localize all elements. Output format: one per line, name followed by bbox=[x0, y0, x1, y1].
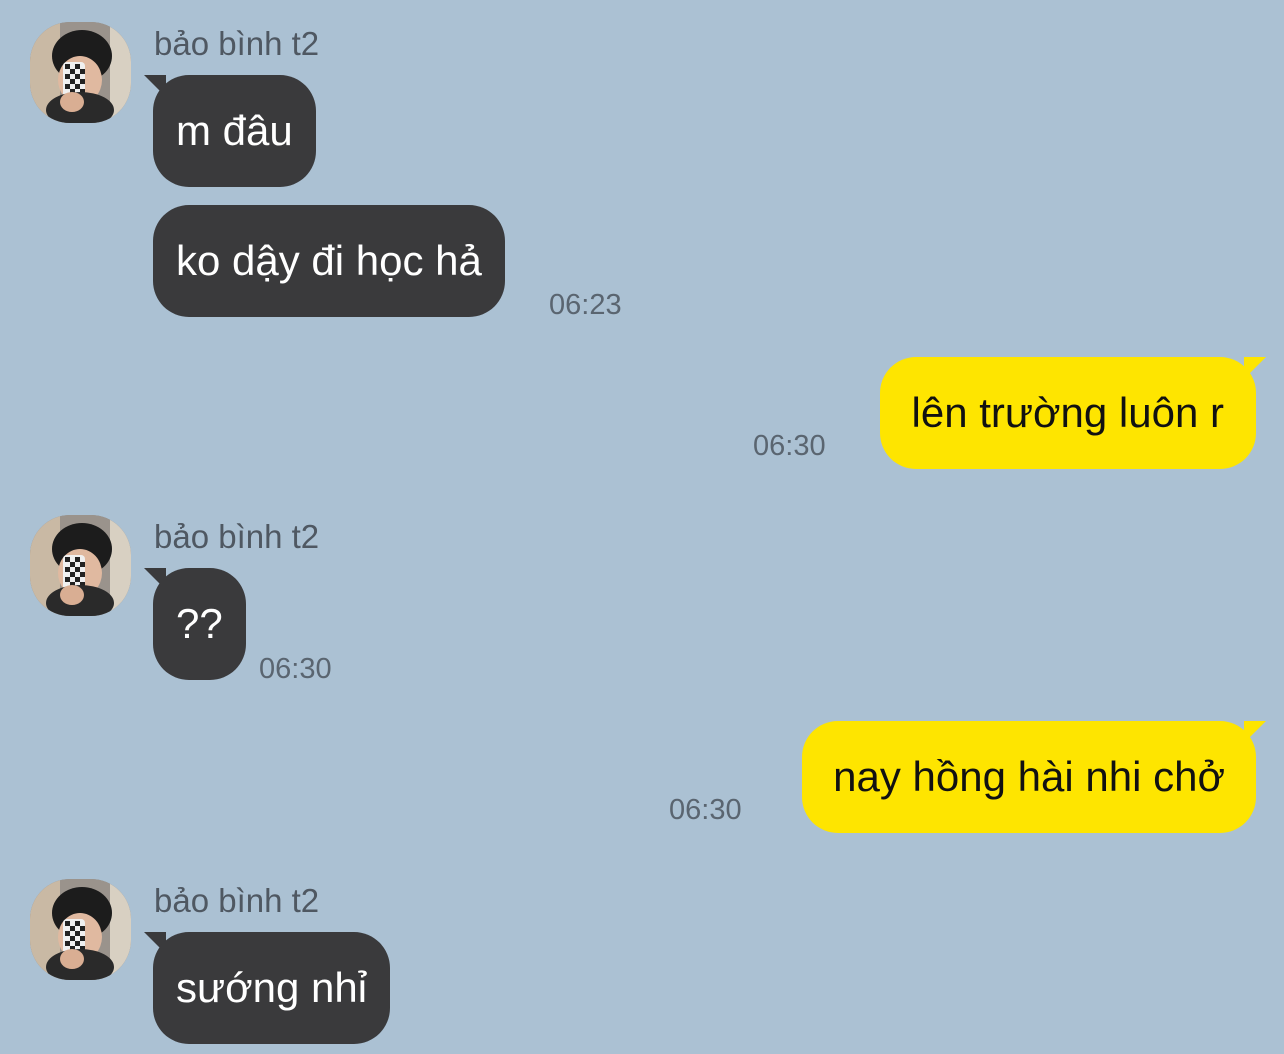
incoming-message-bubble[interactable]: ?? bbox=[153, 568, 246, 680]
sender-avatar[interactable] bbox=[30, 22, 131, 123]
sender-name: bảo bình t2 bbox=[154, 25, 320, 62]
incoming-message-bubble[interactable]: ko dậy đi học hả bbox=[153, 205, 505, 317]
message-timestamp: 06:30 bbox=[753, 430, 826, 462]
sender-avatar[interactable] bbox=[30, 515, 131, 616]
outgoing-message-bubble[interactable]: lên trường luôn r bbox=[879, 357, 1256, 469]
sender-name: bảo bình t2 bbox=[154, 518, 320, 555]
outgoing-bubble-tail bbox=[1244, 357, 1266, 379]
message-timestamp: 06:23 bbox=[549, 289, 622, 321]
message-timestamp: 06:30 bbox=[669, 794, 742, 826]
profile-photo-icon bbox=[30, 879, 131, 980]
sender-name: bảo bình t2 bbox=[154, 882, 320, 919]
profile-photo-icon bbox=[30, 515, 131, 616]
incoming-message-bubble[interactable]: sướng nhỉ bbox=[153, 932, 391, 1044]
profile-photo-icon bbox=[30, 22, 131, 123]
sender-avatar[interactable] bbox=[30, 879, 131, 980]
outgoing-message-bubble[interactable]: nay hồng hài nhi chở bbox=[802, 721, 1256, 833]
incoming-message-bubble[interactable]: m đâu bbox=[153, 75, 316, 187]
message-timestamp: 06:30 bbox=[259, 653, 332, 685]
outgoing-bubble-tail bbox=[1244, 721, 1266, 743]
